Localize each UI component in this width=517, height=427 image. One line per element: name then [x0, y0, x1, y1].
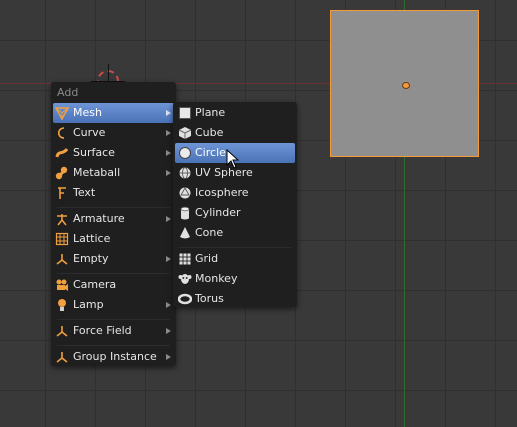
- submenu-item-torus[interactable]: Torus: [175, 289, 295, 309]
- menu-item-curve[interactable]: Curve: [53, 123, 174, 143]
- empty-icon: [56, 254, 68, 265]
- surface-icon: [55, 148, 69, 158]
- submenu-item-label: Monkey: [195, 272, 238, 285]
- menu-item-lattice[interactable]: Lattice: [53, 229, 174, 249]
- menu-separator: [57, 207, 170, 208]
- menu-item-text[interactable]: Text: [53, 183, 174, 203]
- submenu-arrow-icon: [166, 354, 171, 360]
- menu-item-armature[interactable]: Armature: [53, 209, 174, 229]
- mouse-pointer-icon: [226, 149, 240, 169]
- submenu-item-plane[interactable]: Plane: [175, 103, 295, 123]
- menu-item-mesh[interactable]: Mesh: [53, 103, 174, 123]
- menu-separator: [57, 345, 170, 346]
- menu-item-label: Lattice: [73, 232, 111, 245]
- add-menu-title: Add: [57, 86, 79, 99]
- submenu-arrow-icon: [166, 170, 171, 176]
- circle-icon: [179, 147, 191, 159]
- submenu-arrow-icon: [166, 110, 171, 116]
- cylinder-icon: [180, 206, 190, 220]
- menu-item-label: Metaball: [73, 166, 121, 179]
- object-origin-dot: [402, 82, 410, 89]
- menu-item-label: Camera: [73, 278, 117, 291]
- plane-icon: [179, 107, 191, 119]
- menu-item-label: Lamp: [73, 298, 104, 311]
- submenu-arrow-icon: [166, 216, 171, 222]
- submenu-arrow-icon: [166, 150, 171, 156]
- submenu-item-label: Circle: [195, 146, 226, 159]
- group-instance-icon: [56, 352, 68, 363]
- menu-item-label: Group Instance: [73, 350, 157, 363]
- submenu-item-icosphere[interactable]: Icosphere: [175, 183, 295, 203]
- mesh-submenu: Plane Cube Circle UV Sphere Icosphere Cy…: [173, 102, 297, 307]
- metaball-icon: [55, 166, 68, 180]
- lattice-icon: [55, 232, 69, 246]
- menu-separator: [57, 319, 170, 320]
- menu-separator: [57, 273, 170, 274]
- text-icon: [58, 187, 66, 199]
- armature-icon: [57, 214, 67, 226]
- menu-item-group-instance[interactable]: Group Instance: [53, 347, 174, 367]
- icosphere-icon: [179, 187, 191, 199]
- lamp-icon: [58, 299, 66, 311]
- cube-icon: [178, 127, 192, 139]
- submenu-item-grid[interactable]: Grid: [175, 249, 295, 269]
- menu-item-label: Curve: [73, 126, 106, 139]
- uv-sphere-icon: [179, 167, 191, 179]
- menu-item-empty[interactable]: Empty: [53, 249, 174, 269]
- cone-icon: [180, 227, 190, 239]
- menu-item-force-field[interactable]: Force Field: [53, 321, 174, 341]
- submenu-item-label: Torus: [195, 292, 224, 305]
- menu-item-label: Text: [73, 186, 96, 199]
- submenu-arrow-icon: [166, 302, 171, 308]
- menu-item-lamp[interactable]: Lamp: [53, 295, 174, 315]
- submenu-item-label: Cone: [195, 226, 224, 239]
- submenu-item-cylinder[interactable]: Cylinder: [175, 203, 295, 223]
- submenu-item-cube[interactable]: Cube: [175, 123, 295, 143]
- selected-plane-object[interactable]: [330, 10, 479, 157]
- submenu-item-label: Grid: [195, 252, 219, 265]
- submenu-item-label: Plane: [195, 106, 226, 119]
- add-menu: Add Mesh Curve Surface Metaball Text Arm…: [51, 82, 176, 366]
- grid-icon: [179, 253, 191, 265]
- menu-item-surface[interactable]: Surface: [53, 143, 174, 163]
- menu-item-metaball[interactable]: Metaball: [53, 163, 174, 183]
- submenu-item-label: UV Sphere: [195, 166, 253, 179]
- menu-item-label: Force Field: [73, 324, 132, 337]
- monkey-icon: [178, 274, 192, 284]
- menu-item-label: Surface: [73, 146, 115, 159]
- menu-item-camera[interactable]: Camera: [53, 275, 174, 295]
- curve-icon: [57, 127, 65, 139]
- submenu-item-label: Cylinder: [195, 206, 241, 219]
- menu-item-label: Empty: [73, 252, 109, 265]
- menu-item-label: Mesh: [73, 106, 102, 119]
- submenu-item-cone[interactable]: Cone: [175, 223, 295, 243]
- submenu-arrow-icon: [166, 130, 171, 136]
- force-field-icon: [56, 326, 68, 337]
- submenu-arrow-icon: [166, 256, 171, 262]
- submenu-item-label: Icosphere: [195, 186, 249, 199]
- submenu-item-label: Cube: [195, 126, 224, 139]
- menu-item-label: Armature: [73, 212, 125, 225]
- submenu-arrow-icon: [166, 328, 171, 334]
- torus-icon: [178, 293, 192, 305]
- submenu-item-monkey[interactable]: Monkey: [175, 269, 295, 289]
- mesh-icon: [55, 107, 69, 120]
- camera-icon: [56, 279, 68, 291]
- menu-separator: [179, 247, 291, 248]
